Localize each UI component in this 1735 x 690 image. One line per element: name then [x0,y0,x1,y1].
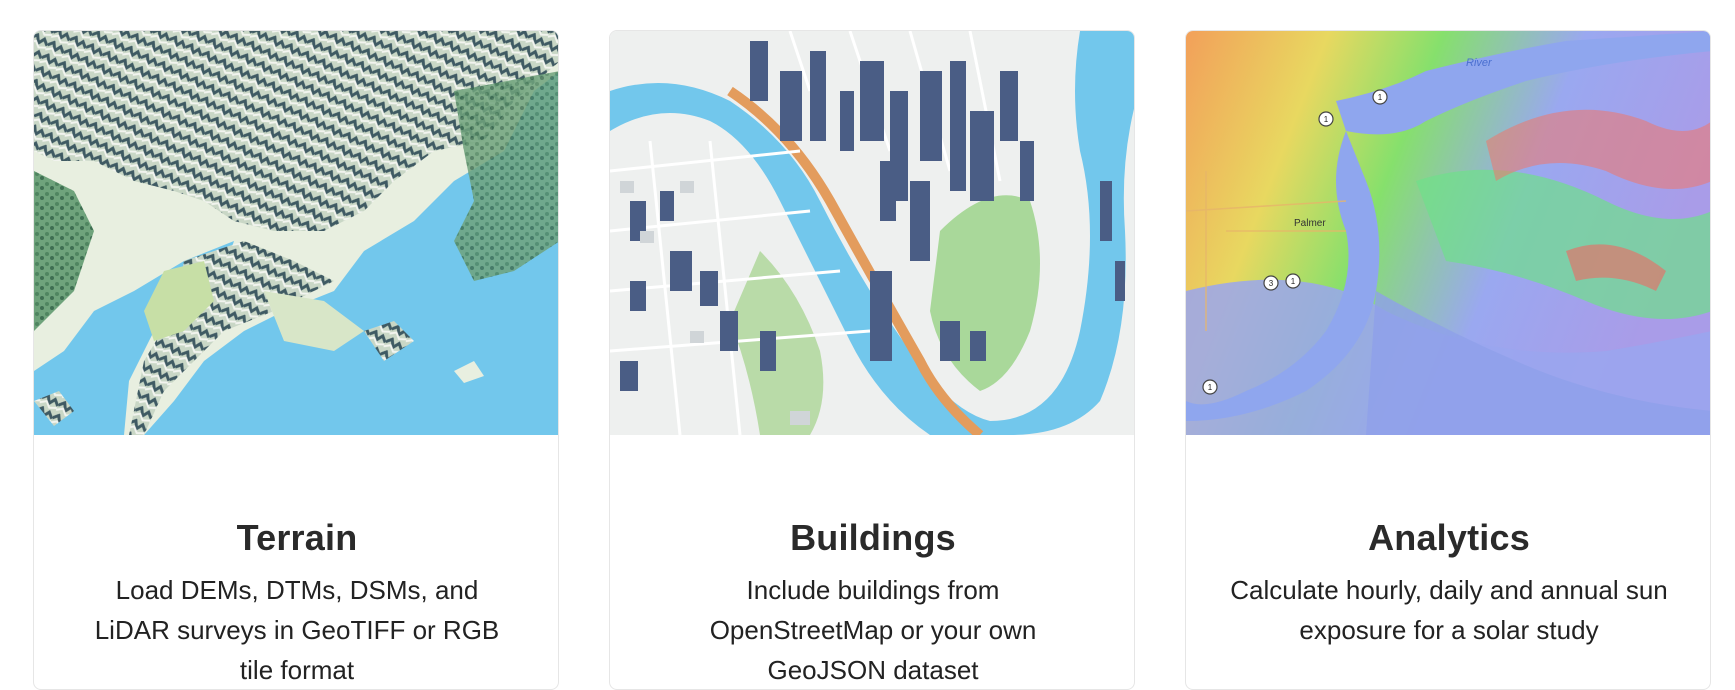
route-marker-label: 3 [1269,279,1274,288]
map-label-river: River [1466,57,1493,69]
route-marker-label: 1 [1291,277,1296,286]
route-marker-label: 1 [1208,383,1213,392]
route-marker-label: 1 [1324,115,1329,124]
map-label-palmer: Palmer [1294,218,1326,229]
buildings-card-body: Buildings Include buildings from OpenStr… [610,435,1134,689]
terrain-card-description: Load DEMs, DTMs, DSMs, and LiDAR surveys… [94,575,500,685]
route-marker-label: 1 [1378,93,1383,102]
buildings-card[interactable]: Buildings Include buildings from OpenStr… [609,30,1135,690]
terrain-map-image [34,31,558,435]
feature-cards: Terrain Load DEMs, DTMs, DSMs, and LiDAR… [0,0,1735,690]
terrain-card[interactable]: Terrain Load DEMs, DTMs, DSMs, and LiDAR… [33,30,559,690]
buildings-card-title: Buildings [790,517,956,558]
buildings-map-image [610,31,1134,435]
analytics-heatmap-image: 1 1 3 1 1 Palmer River [1186,31,1710,435]
terrain-card-title: Terrain [236,517,358,558]
buildings-card-description: Include buildings from OpenStreetMap or … [709,575,1037,685]
terrain-card-body: Terrain Load DEMs, DTMs, DSMs, and LiDAR… [34,435,558,689]
analytics-card-title: Analytics [1368,517,1530,558]
analytics-card-body: Analytics Calculate hourly, daily and an… [1186,435,1710,650]
analytics-card[interactable]: 1 1 3 1 1 Palmer River Analytics Calcula… [1185,30,1711,690]
analytics-card-description: Calculate hourly, daily and annual sun e… [1230,575,1668,645]
